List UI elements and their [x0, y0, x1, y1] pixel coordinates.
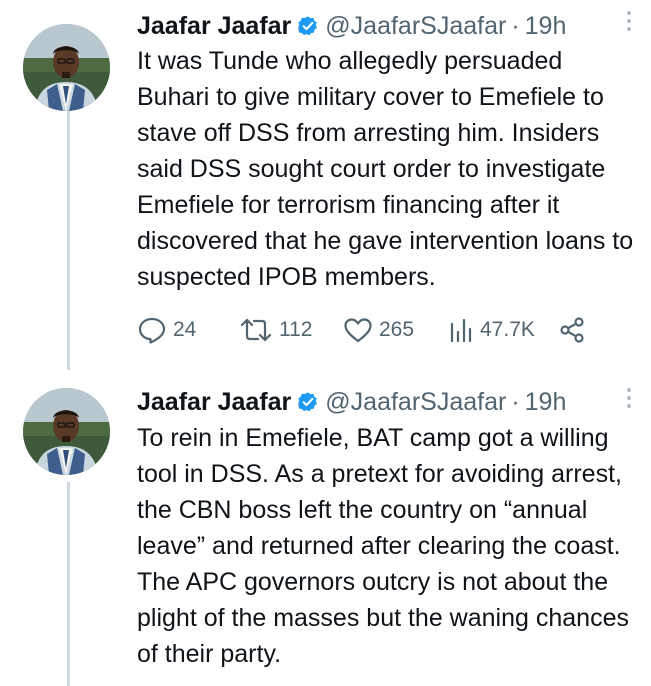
thread-line	[67, 110, 70, 370]
tweet-feed: Jaafar Jaafar @JaafarSJaafar · 19h It wa…	[0, 0, 651, 686]
thread-line	[67, 482, 70, 686]
verified-badge-icon	[297, 391, 319, 413]
tweet[interactable]: Jaafar Jaafar @JaafarSJaafar · 19h It wa…	[0, 0, 651, 370]
timestamp[interactable]: 19h	[525, 12, 567, 41]
avatar-man-outdoor-icon	[23, 24, 110, 111]
retweet-count: 112	[279, 318, 313, 341]
tweet-text: It was Tunde who allegedly persuaded Buh…	[137, 47, 634, 291]
avatar-man-outdoor-icon	[23, 388, 110, 475]
reply-icon	[138, 317, 166, 344]
author-name[interactable]: Jaafar Jaafar	[137, 12, 291, 41]
retweet-button[interactable]: 112	[239, 316, 343, 344]
reply-button[interactable]: 24	[137, 316, 239, 344]
tweet-actions: 24 112 265 47.7K	[137, 314, 586, 346]
like-count: 265	[379, 318, 415, 341]
tweet[interactable]: Jaafar Jaafar @JaafarSJaafar · 19h To re…	[0, 372, 651, 686]
author-name[interactable]: Jaafar Jaafar	[137, 388, 291, 417]
more-icon[interactable]	[625, 388, 633, 408]
avatar[interactable]	[23, 388, 110, 475]
separator-dot: ·	[511, 387, 520, 416]
views-count: 47.7K	[480, 318, 535, 341]
reply-count: 24	[173, 318, 197, 341]
tweet-header: Jaafar Jaafar @JaafarSJaafar · 19h	[137, 9, 631, 43]
more-icon[interactable]	[625, 11, 633, 31]
share-button[interactable]	[558, 316, 586, 344]
heart-icon	[344, 318, 372, 343]
verified-badge-icon	[297, 15, 319, 37]
avatar[interactable]	[23, 24, 110, 111]
views-icon	[450, 318, 472, 343]
author-handle[interactable]: @JaafarSJaafar	[325, 12, 506, 41]
timestamp[interactable]: 19h	[525, 388, 567, 417]
author-handle[interactable]: @JaafarSJaafar	[325, 388, 506, 417]
like-button[interactable]: 265	[343, 316, 448, 344]
share-icon	[560, 317, 584, 343]
tweet-text: To rein in Emefiele, BAT camp got a will…	[137, 424, 629, 668]
views-button[interactable]: 47.7K	[448, 316, 558, 344]
tweet-header: Jaafar Jaafar @JaafarSJaafar · 19h	[137, 385, 631, 419]
separator-dot: ·	[511, 11, 520, 40]
retweet-icon	[240, 318, 272, 342]
